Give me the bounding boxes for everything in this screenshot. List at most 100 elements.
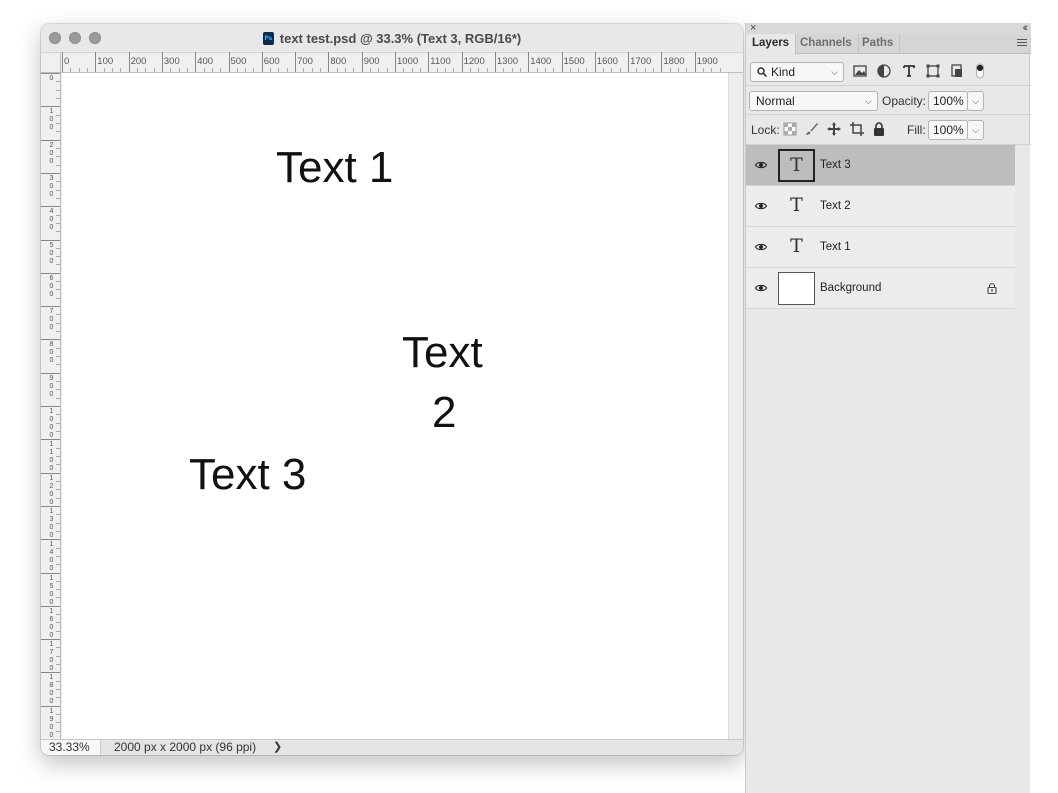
- ruler-h-tick: [195, 52, 197, 72]
- layer-row-text-3[interactable]: T Text 3: [746, 145, 1015, 186]
- ruler-v-label: 0: [49, 75, 54, 82]
- ruler-h-minor-tick: [236, 68, 238, 72]
- ruler-h-label: 700: [297, 56, 313, 67]
- ruler-h-tick: [62, 52, 63, 72]
- ruler-h-minor-tick: [111, 68, 113, 72]
- lock-position-icon[interactable]: [826, 121, 842, 137]
- ruler-h-label: 500: [230, 56, 247, 67]
- zoom-level-field[interactable]: 33.33%: [41, 740, 101, 755]
- ruler-h-label: 1600: [596, 56, 618, 67]
- ruler-h-minor-tick: [253, 68, 255, 72]
- panel-header[interactable]: × ‹‹: [746, 21, 1031, 35]
- ruler-v-minor-tick: [56, 356, 60, 358]
- canvas-text-3[interactable]: Text 3: [189, 453, 306, 497]
- background-layer-thumbnail: [778, 272, 815, 305]
- ruler-origin[interactable]: [41, 53, 61, 73]
- ruler-h-minor-tick: [619, 68, 621, 72]
- lock-artboard-icon[interactable]: [849, 121, 865, 137]
- ruler-h-label: 1200: [463, 56, 485, 67]
- layer-row-background[interactable]: Background: [746, 268, 1015, 309]
- ruler-v-minor-tick: [56, 722, 60, 724]
- blend-mode-select[interactable]: Normal ⌵: [749, 91, 878, 111]
- collapse-panel-icon[interactable]: ‹‹: [1023, 21, 1029, 35]
- fill-field[interactable]: 100%: [928, 120, 968, 140]
- ruler-v-tick: [41, 239, 60, 241]
- tab-layers[interactable]: Layers: [746, 34, 797, 55]
- ruler-v-tick: [41, 172, 60, 174]
- visibility-eye-icon[interactable]: [755, 282, 767, 294]
- lock-image-pixels-icon[interactable]: [804, 121, 820, 137]
- smart-object-filter-icon[interactable]: [949, 63, 965, 79]
- ruler-h-minor-tick: [636, 68, 638, 72]
- ruler-h-tick: [428, 52, 430, 72]
- ruler-v-minor-tick: [56, 664, 60, 666]
- close-panel-icon[interactable]: ×: [750, 21, 756, 35]
- ruler-v-label: 1400: [49, 541, 54, 573]
- canvas-text-2-line-2[interactable]: 2: [432, 391, 456, 435]
- tab-paths[interactable]: Paths: [856, 34, 901, 54]
- layer-name[interactable]: Text 1: [820, 241, 851, 253]
- filter-toggle-icon[interactable]: [972, 63, 988, 79]
- ruler-h-minor-tick: [303, 68, 305, 72]
- ruler-h-tick: [395, 52, 396, 72]
- layer-name[interactable]: Text 3: [820, 159, 851, 171]
- ruler-v-label: 700: [49, 308, 54, 332]
- ruler-h-tick: [494, 52, 496, 72]
- vertical-scrollbar[interactable]: [728, 73, 743, 739]
- document-titlebar[interactable]: Ps text test.psd @ 33.3% (Text 3, RGB/16…: [41, 24, 743, 53]
- ruler-v-minor-tick: [56, 281, 60, 283]
- ruler-v-minor-tick: [56, 264, 60, 266]
- ruler-v-minor-tick: [56, 247, 60, 249]
- layer-lock-icon[interactable]: [986, 282, 998, 294]
- ruler-v-tick: [41, 339, 60, 341]
- layer-row-text-1[interactable]: T Text 1: [746, 227, 1015, 268]
- layer-name[interactable]: Background: [820, 282, 881, 294]
- photoshop-file-icon: Ps: [262, 32, 274, 45]
- ruler-v-minor-tick: [56, 414, 60, 416]
- ruler-h-minor-tick: [245, 68, 247, 72]
- opacity-dropdown-icon[interactable]: ⌵: [967, 91, 984, 111]
- ruler-h-minor-tick: [644, 68, 646, 72]
- shape-filter-icon[interactable]: [925, 63, 941, 79]
- visibility-eye-icon[interactable]: [755, 241, 767, 253]
- ruler-h-tick: [261, 52, 263, 72]
- visibility-eye-icon[interactable]: [755, 200, 767, 212]
- status-menu-arrow-icon[interactable]: ❯: [273, 740, 282, 755]
- visibility-eye-icon[interactable]: [755, 159, 767, 171]
- ruler-v-minor-tick: [56, 231, 60, 233]
- canvas-text-1[interactable]: Text 1: [276, 146, 393, 190]
- filter-kind-select[interactable]: Kind ⌵: [750, 62, 844, 82]
- adjustment-filter-icon[interactable]: [876, 63, 892, 79]
- canvas-text-2-line-1[interactable]: Text: [402, 331, 483, 375]
- ruler-v-label: 1000: [49, 408, 54, 439]
- ruler-v-tick: [41, 605, 60, 607]
- document-canvas[interactable]: Text 1 Text 2 Text 3: [62, 73, 728, 739]
- fill-dropdown-icon[interactable]: ⌵: [967, 120, 984, 140]
- ruler-h-label: 1500: [563, 56, 585, 67]
- image-filter-icon[interactable]: [852, 63, 868, 79]
- ruler-h-minor-tick: [478, 68, 480, 72]
- ruler-v-label: 400: [49, 208, 54, 232]
- horizontal-ruler[interactable]: 0 100 200 300 400 500 600 700 800 900 1000 1100 1200…: [41, 52, 743, 73]
- ruler-v-minor-tick: [56, 447, 60, 449]
- ruler-v-label: 1800: [49, 674, 54, 706]
- ruler-h-minor-tick: [178, 68, 180, 72]
- ruler-v-minor-tick: [56, 114, 60, 116]
- ruler-v-tick: [41, 639, 60, 641]
- vertical-ruler[interactable]: 0 100 200 300 400 500 600 700 800 900 1000 1100 1200…: [41, 73, 61, 739]
- ruler-v-minor-tick: [56, 655, 60, 657]
- panel-menu-icon[interactable]: [1017, 39, 1027, 49]
- layer-name[interactable]: Text 2: [820, 200, 851, 212]
- layer-row-text-2[interactable]: T Text 2: [746, 186, 1015, 227]
- lock-all-icon[interactable]: [871, 121, 887, 137]
- ruler-h-minor-tick: [270, 68, 272, 72]
- ruler-v-tick: [41, 705, 60, 707]
- ruler-h-minor-tick: [603, 68, 605, 72]
- layers-scrollbar[interactable]: [1015, 145, 1030, 793]
- type-filter-icon[interactable]: [901, 63, 917, 79]
- lock-transparent-pixels-icon[interactable]: [782, 121, 798, 137]
- tab-channels[interactable]: Channels: [794, 34, 859, 54]
- ruler-h-minor-tick: [444, 68, 446, 72]
- opacity-label: Opacity:: [882, 94, 927, 108]
- opacity-field[interactable]: 100%: [928, 91, 968, 111]
